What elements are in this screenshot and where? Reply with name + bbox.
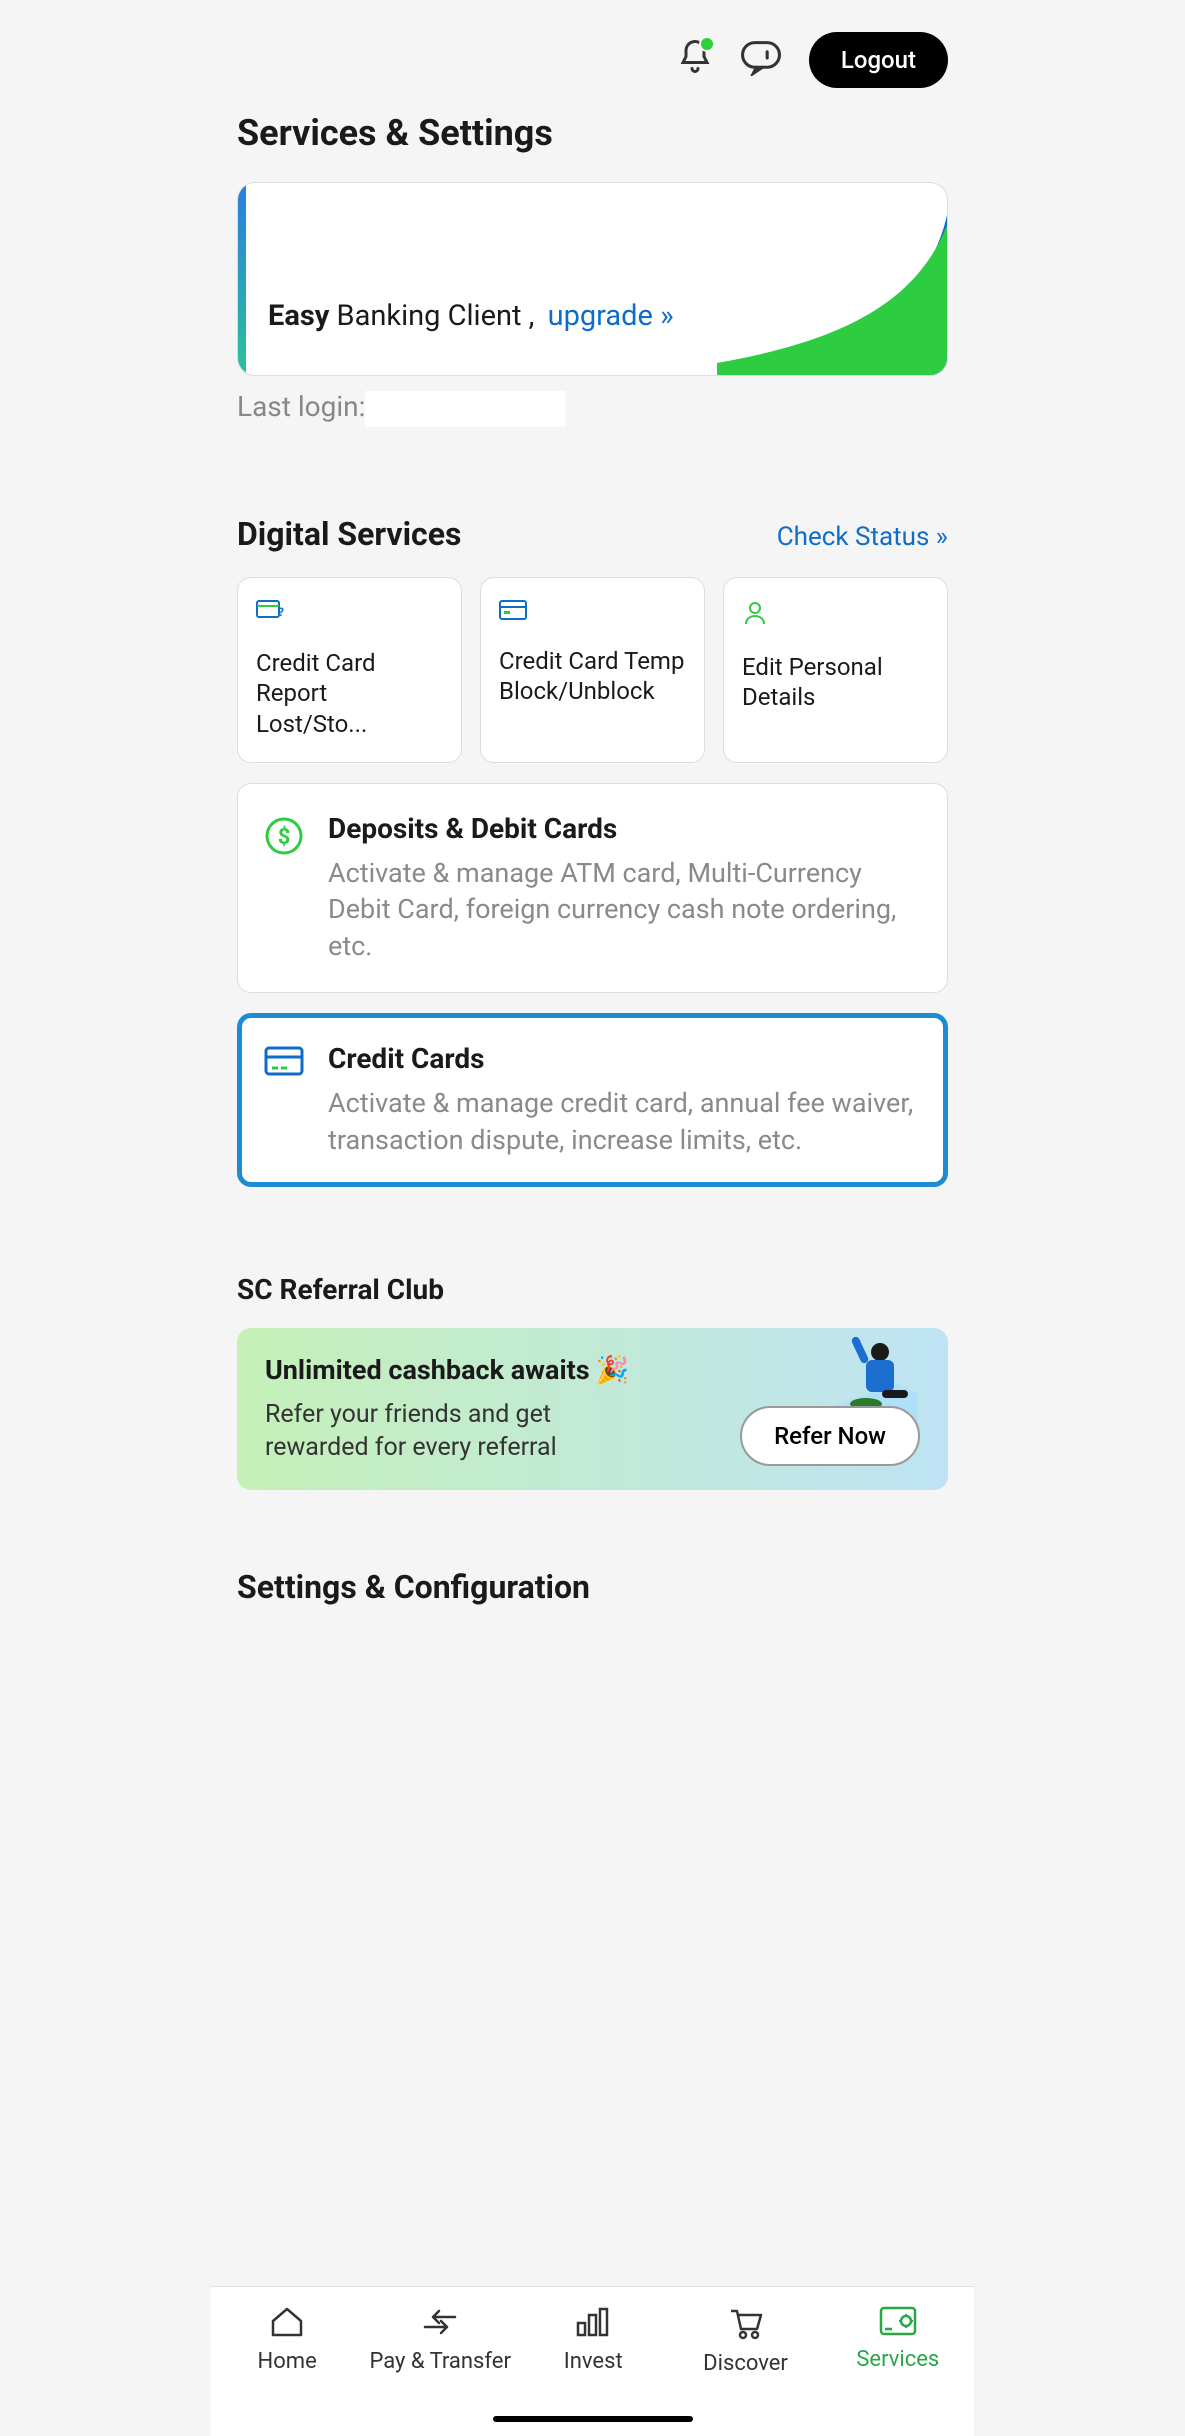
- card-question-icon: ?: [256, 600, 443, 626]
- card-title: Deposits & Debit Cards: [328, 812, 921, 845]
- nav-discover[interactable]: Discover: [676, 2305, 816, 2376]
- card-desc: Activate & manage ATM card, Multi-Curren…: [328, 855, 921, 964]
- person-icon: [742, 600, 929, 630]
- card-icon: [499, 600, 686, 624]
- referral-section-title: SC Referral Club: [237, 1273, 948, 1306]
- chat-icon: [741, 40, 781, 76]
- tiles-row: ? Credit Card Report Lost/Sto... Credit …: [237, 577, 948, 763]
- credit-card-icon: [264, 1046, 304, 1158]
- nav-label: Invest: [564, 2349, 623, 2374]
- refer-now-button[interactable]: Refer Now: [740, 1406, 920, 1466]
- card-deposits-debit[interactable]: $ Deposits & Debit Cards Activate & mana…: [237, 783, 948, 993]
- notifications-button[interactable]: [677, 38, 713, 82]
- tile-label: Edit Personal Details: [742, 652, 929, 713]
- hero-card[interactable]: Easy Banking Client , upgrade »: [237, 182, 948, 376]
- hero-accent-stripe: [238, 183, 246, 375]
- nav-home[interactable]: Home: [217, 2305, 357, 2376]
- card-credit-cards[interactable]: Credit Cards Activate & manage credit ca…: [237, 1013, 948, 1187]
- nav-services[interactable]: Services: [828, 2305, 968, 2376]
- hero-wave-graphic: [717, 215, 947, 375]
- cart-icon: [727, 2305, 765, 2341]
- tile-report-lost[interactable]: ? Credit Card Report Lost/Sto...: [237, 577, 462, 763]
- nav-label: Discover: [703, 2351, 788, 2376]
- services-icon: [878, 2305, 918, 2337]
- tile-edit-personal[interactable]: Edit Personal Details: [723, 577, 948, 763]
- transfer-icon: [419, 2305, 461, 2339]
- settings-config-title: Settings & Configuration: [237, 1568, 948, 1606]
- tile-label: Credit Card Temp Block/Unblock: [499, 646, 686, 707]
- page-title: Services & Settings: [237, 112, 948, 154]
- home-icon: [269, 2305, 305, 2339]
- tile-label: Credit Card Report Lost/Sto...: [256, 648, 443, 740]
- card-title: Credit Cards: [328, 1042, 921, 1075]
- upgrade-link[interactable]: upgrade »: [548, 299, 674, 333]
- last-login-value-redacted: [365, 391, 565, 427]
- svg-text:?: ?: [278, 605, 284, 619]
- svg-text:$: $: [278, 825, 291, 850]
- dollar-circle-icon: $: [264, 816, 304, 964]
- logout-button[interactable]: Logout: [809, 32, 948, 88]
- nav-invest[interactable]: Invest: [523, 2305, 663, 2376]
- card-desc: Activate & manage credit card, annual fe…: [328, 1085, 921, 1158]
- hero-text: Easy Banking Client , upgrade »: [268, 299, 917, 333]
- nav-label: Home: [258, 2349, 317, 2374]
- top-bar: Logout: [237, 24, 948, 112]
- referral-subtitle: Refer your friends and get rewarded for …: [265, 1398, 605, 1464]
- party-emoji-icon: 🎉: [596, 1354, 630, 1386]
- chat-button[interactable]: [741, 40, 781, 80]
- home-indicator[interactable]: [493, 2416, 693, 2422]
- notification-dot: [699, 36, 715, 52]
- check-status-link[interactable]: Check Status »: [777, 522, 948, 552]
- nav-label: Pay & Transfer: [369, 2349, 510, 2374]
- nav-label: Services: [856, 2347, 939, 2372]
- digital-services-title: Digital Services: [237, 515, 461, 553]
- tile-temp-block[interactable]: Credit Card Temp Block/Unblock: [480, 577, 705, 763]
- bottom-nav: Home Pay & Transfer Invest Discover Serv…: [211, 2286, 974, 2436]
- nav-pay-transfer[interactable]: Pay & Transfer: [369, 2305, 510, 2376]
- chart-icon: [574, 2305, 612, 2339]
- referral-banner[interactable]: Unlimited cashback awaits🎉 Refer your fr…: [237, 1328, 948, 1490]
- last-login: Last login:: [237, 390, 948, 427]
